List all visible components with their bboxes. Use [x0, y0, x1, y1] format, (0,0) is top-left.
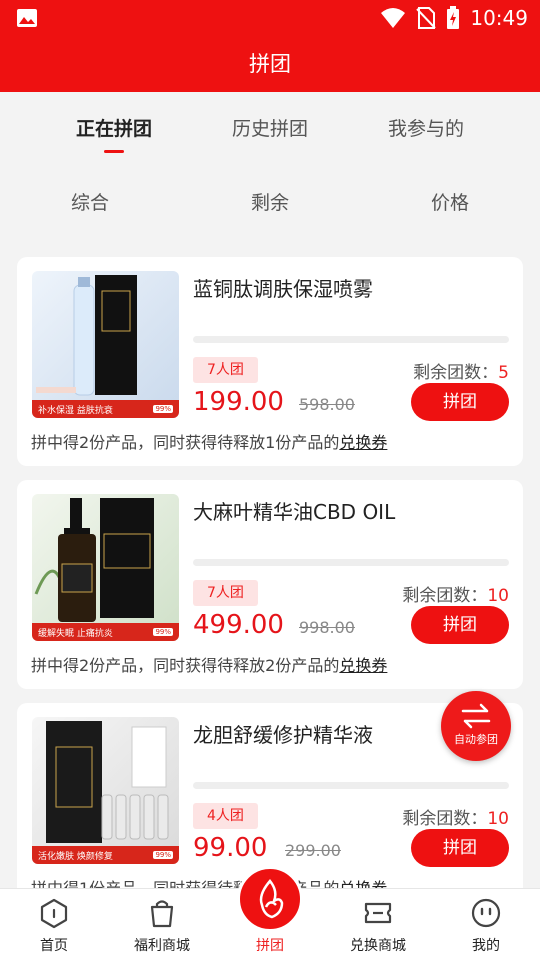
flame-logo-icon	[259, 879, 284, 919]
coupon-link[interactable]: 兑换券	[339, 433, 387, 452]
oil-bottle-illustration	[34, 498, 154, 622]
remaining-label: 剩余团数：	[402, 809, 488, 829]
product-name[interactable]: 龙胆舒缓修护精华液	[193, 719, 373, 748]
auto-join-label: 自动参团	[454, 733, 498, 746]
reward-text: 拼中得2份产品，同时获得待释放1份产品的	[31, 433, 340, 452]
original-price: 998.00	[299, 618, 355, 637]
reward-text: 拼中得2份产品，同时获得待释放2份产品的	[31, 656, 340, 675]
banner-percent: 99%	[153, 628, 173, 636]
swap-arrows-icon	[461, 703, 491, 729]
remaining-groups: 剩余团数：5	[413, 358, 509, 383]
remaining-label: 剩余团数：	[413, 363, 499, 383]
auto-join-button[interactable]: 自动参团	[441, 691, 511, 761]
remaining-count: 10	[487, 586, 509, 606]
sort-bar: 综合 剩余 价格	[0, 168, 540, 232]
group-buy-center-button[interactable]	[237, 866, 303, 932]
product-image[interactable]: 补水保湿 益肤抗衰 99%	[32, 271, 179, 418]
no-sim-icon	[416, 7, 437, 29]
banner-text: 活化嫩肤 焕颜修复	[38, 851, 113, 862]
product-image[interactable]: 活化嫩肤 焕颜修复 99%	[32, 717, 179, 864]
remaining-groups: 剩余团数：10	[402, 804, 509, 829]
banner-text: 缓解失眠 止痛抗炎	[38, 628, 113, 639]
sort-remaining[interactable]: 剩余	[210, 188, 330, 215]
status-bar: 10:49	[0, 0, 540, 36]
nav-welfare-mall[interactable]: 福利商城	[108, 889, 216, 960]
group-progress-bar	[193, 559, 509, 566]
group-progress-bar	[193, 782, 509, 789]
nav-mine[interactable]: 我的	[432, 889, 540, 960]
reward-description: 拼中得2份产品，同时获得待释放2份产品的兑换券	[31, 652, 387, 676]
product-name[interactable]: 蓝铜肽调肤保湿喷雾	[193, 273, 373, 302]
join-group-button[interactable]: 拼团	[411, 383, 509, 421]
home-icon	[40, 898, 68, 929]
product-image[interactable]: 缓解失眠 止痛抗炎 99%	[32, 494, 179, 641]
nav-mine-label: 我的	[472, 938, 500, 954]
nav-exchange-mall[interactable]: 兑换商城	[324, 889, 432, 960]
nav-home-label: 首页	[40, 938, 68, 954]
battery-charging-icon	[447, 6, 460, 29]
nav-exchange-mall-label: 兑换商城	[350, 938, 406, 954]
nav-group-buy-label: 拼团	[256, 938, 284, 954]
tab-ongoing[interactable]: 正在拼团	[34, 114, 194, 141]
reward-description: 拼中得2份产品，同时获得待释放1份产品的兑换券	[31, 429, 387, 453]
image-banner: 缓解失眠 止痛抗炎 99%	[32, 623, 179, 641]
product-card[interactable]: 缓解失眠 止痛抗炎 99% 大麻叶精华油CBD OIL 7人团 剩余团数：10 …	[17, 480, 523, 689]
tab-bar: 正在拼团 历史拼团 我参与的	[0, 92, 540, 164]
group-size-tag: 7人团	[193, 580, 258, 606]
image-banner: 补水保湿 益肤抗衰 99%	[32, 400, 179, 418]
group-size-tag: 7人团	[193, 357, 258, 383]
sort-price[interactable]: 价格	[390, 188, 510, 215]
original-price: 299.00	[285, 841, 341, 860]
serum-box-illustration	[46, 721, 169, 843]
product-card[interactable]: 补水保湿 益肤抗衰 99% 蓝铜肽调肤保湿喷雾 7人团 剩余团数：5 199.0…	[17, 257, 523, 466]
active-tab-indicator	[104, 150, 124, 153]
wifi-icon	[381, 8, 406, 28]
group-price: 99.00	[193, 833, 268, 863]
remaining-groups: 剩余团数：10	[402, 581, 509, 606]
tab-joined[interactable]: 我参与的	[346, 114, 506, 141]
sort-comprehensive[interactable]: 综合	[30, 188, 150, 215]
join-group-button[interactable]: 拼团	[411, 606, 509, 644]
status-time: 10:49	[470, 6, 528, 30]
banner-percent: 99%	[153, 405, 173, 413]
group-price: 199.00	[193, 387, 284, 417]
tab-history[interactable]: 历史拼团	[190, 114, 350, 141]
profile-face-icon	[471, 898, 501, 928]
group-price: 499.00	[193, 610, 284, 640]
remaining-count: 5	[498, 363, 509, 383]
ticket-icon	[364, 902, 392, 924]
remaining-count: 10	[487, 809, 509, 829]
product-name[interactable]: 大麻叶精华油CBD OIL	[193, 496, 395, 525]
image-icon	[17, 9, 37, 27]
remaining-label: 剩余团数：	[402, 586, 488, 606]
spray-bottle-illustration	[36, 275, 137, 396]
nav-welfare-mall-label: 福利商城	[134, 938, 190, 954]
nav-home[interactable]: 首页	[0, 889, 108, 960]
image-banner: 活化嫩肤 焕颜修复 99%	[32, 846, 179, 864]
banner-percent: 99%	[153, 851, 173, 859]
banner-text: 补水保湿 益肤抗衰	[38, 405, 113, 416]
original-price: 598.00	[299, 395, 355, 414]
group-progress-bar	[193, 336, 509, 343]
join-group-button[interactable]: 拼团	[411, 829, 509, 867]
group-size-tag: 4人团	[193, 803, 258, 829]
bag-icon	[150, 900, 174, 928]
coupon-link[interactable]: 兑换券	[339, 656, 387, 675]
page-title: 拼团	[0, 36, 540, 92]
